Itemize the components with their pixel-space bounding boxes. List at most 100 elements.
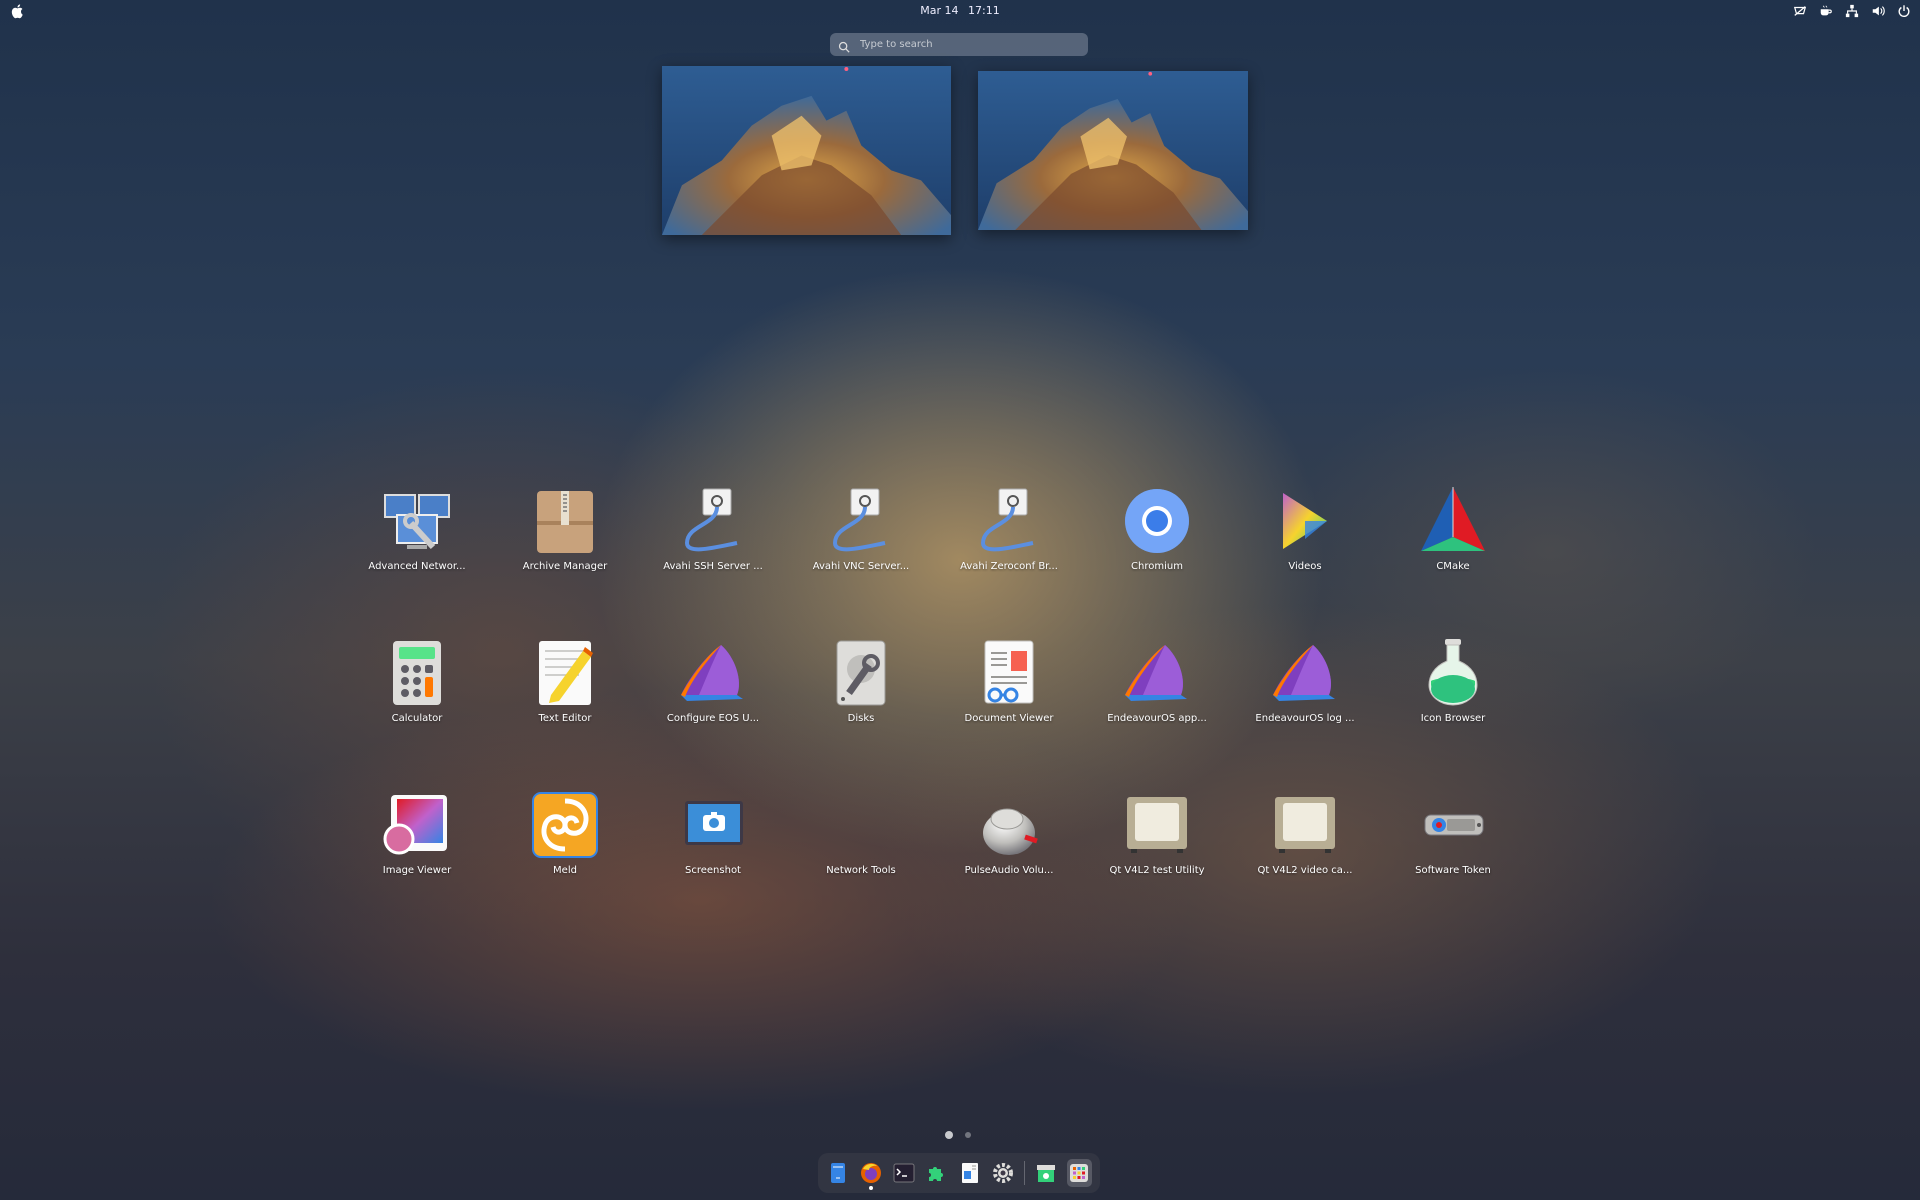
app-label: Avahi SSH Server ... [663, 561, 763, 572]
app-label: EndeavourOS app... [1107, 713, 1207, 724]
dock-app-grid[interactable] [1066, 1159, 1092, 1187]
software-token-icon [1417, 789, 1489, 861]
app-configure-eos-updates[interactable]: Configure EOS U... [639, 637, 787, 789]
app-pulseaudio-volume[interactable]: PulseAudio Volu... [935, 789, 1083, 941]
app-software-token[interactable]: Software Token [1379, 789, 1527, 941]
app-endeavouros-apps[interactable]: EndeavourOS app... [1083, 637, 1231, 789]
app-endeavouros-log[interactable]: EndeavourOS log ... [1231, 637, 1379, 789]
dock-terminal[interactable] [892, 1161, 916, 1185]
app-label: Configure EOS U... [666, 713, 760, 724]
app-advanced-network-config[interactable]: Advanced Networ... [343, 485, 491, 637]
app-label: PulseAudio Volu... [964, 865, 1054, 876]
endeavouros-icon [677, 637, 749, 709]
app-grid-icon [1070, 1164, 1089, 1182]
search-icon [838, 38, 852, 53]
dock-software[interactable] [1034, 1161, 1058, 1185]
app-videos[interactable]: Videos [1231, 485, 1379, 637]
app-label: Document Viewer [964, 713, 1054, 724]
archive-icon [529, 485, 601, 557]
dock-extensions[interactable] [925, 1161, 949, 1185]
app-label: Network Tools [826, 865, 896, 876]
meld-icon [529, 789, 601, 861]
notifications-off-icon[interactable] [1792, 3, 1808, 19]
dock-files[interactable] [826, 1161, 850, 1185]
app-label: Advanced Networ... [368, 561, 466, 572]
network-icon[interactable] [1844, 3, 1860, 19]
clock[interactable]: Mar 14 17:11 [0, 4, 1920, 17]
chromium-icon [1121, 485, 1193, 557]
app-label: Videos [1288, 561, 1322, 572]
clock-time: 17:11 [968, 4, 1000, 17]
app-meld[interactable]: Meld [491, 789, 639, 941]
app-avahi-ssh-server[interactable]: Avahi SSH Server ... [639, 485, 787, 637]
app-label: Screenshot [685, 865, 741, 876]
flask-icon [1417, 637, 1489, 709]
page-dot-1[interactable] [945, 1131, 953, 1139]
cmake-icon [1417, 485, 1489, 557]
app-label: Avahi VNC Server... [812, 561, 910, 572]
pulseaudio-icon [973, 789, 1045, 861]
app-document-viewer[interactable]: Document Viewer [935, 637, 1083, 789]
extensions-icon [929, 1167, 943, 1181]
dock-firefox[interactable] [859, 1161, 883, 1190]
app-icon-browser[interactable]: Icon Browser [1379, 637, 1527, 789]
app-network-tools[interactable]: Network Tools [787, 789, 935, 941]
top-bar: Mar 14 17:11 [0, 0, 1920, 22]
system-tray[interactable] [1792, 3, 1912, 19]
app-text-editor[interactable]: Text Editor [491, 637, 639, 789]
network-tools-icon [825, 789, 897, 861]
search-input[interactable] [858, 38, 1082, 51]
app-label: Disks [847, 713, 875, 724]
power-icon[interactable] [1896, 3, 1912, 19]
app-label: Text Editor [538, 713, 592, 724]
videos-icon [1269, 485, 1341, 557]
dock-separator [1024, 1161, 1025, 1185]
firefox-icon [861, 1163, 881, 1183]
document-viewer-icon [973, 637, 1045, 709]
text-editor-icon [529, 637, 601, 709]
app-screenshot[interactable]: Screenshot [639, 789, 787, 941]
app-avahi-vnc-server[interactable]: Avahi VNC Server... [787, 485, 935, 637]
qt-v4l2-icon [1121, 789, 1193, 861]
app-label: Image Viewer [382, 865, 452, 876]
network-config-icon [381, 485, 453, 557]
app-label: Icon Browser [1420, 713, 1486, 724]
terminal-icon [893, 1163, 915, 1183]
avahi-icon [825, 485, 897, 557]
workspace-thumbnail-2[interactable] [978, 71, 1248, 230]
app-label: Archive Manager [522, 561, 608, 572]
app-label: Meld [553, 865, 577, 876]
app-archive-manager[interactable]: Archive Manager [491, 485, 639, 637]
app-label: Qt V4L2 video ca... [1257, 865, 1353, 876]
dock-settings[interactable] [991, 1161, 1015, 1185]
app-label: Chromium [1131, 561, 1183, 572]
app-label: Software Token [1415, 865, 1491, 876]
app-label: CMake [1436, 561, 1470, 572]
app-disks[interactable]: Disks [787, 637, 935, 789]
disks-icon [825, 637, 897, 709]
app-chromium[interactable]: Chromium [1083, 485, 1231, 637]
app-avahi-zeroconf-browser[interactable]: Avahi Zeroconf Br... [935, 485, 1083, 637]
search-box[interactable] [830, 33, 1088, 56]
image-viewer-icon [381, 789, 453, 861]
volume-icon[interactable] [1870, 3, 1886, 19]
app-qt-v4l2-test-utility[interactable]: Qt V4L2 test Utility [1083, 789, 1231, 941]
text-editor-icon [962, 1163, 978, 1183]
endeavouros-icon [1121, 637, 1193, 709]
running-indicator [869, 1186, 873, 1190]
app-qt-v4l2-video-capture[interactable]: Qt V4L2 video ca... [1231, 789, 1379, 941]
dock-text-editor[interactable] [958, 1161, 982, 1185]
app-label: Avahi Zeroconf Br... [960, 561, 1058, 572]
app-cmake[interactable]: CMake [1379, 485, 1527, 637]
app-image-viewer[interactable]: Image Viewer [343, 789, 491, 941]
workspace-thumbnail-1[interactable] [662, 66, 951, 235]
app-label: Calculator [391, 713, 443, 724]
qt-v4l2-icon [1269, 789, 1341, 861]
app-grid: Advanced Networ... Archive Manager Avahi… [343, 485, 1527, 941]
coffee-icon[interactable] [1818, 3, 1834, 19]
dock [818, 1153, 1100, 1193]
app-calculator[interactable]: Calculator [343, 637, 491, 789]
page-indicator [945, 1131, 971, 1139]
page-dot-2[interactable] [965, 1132, 971, 1138]
avahi-icon [973, 485, 1045, 557]
